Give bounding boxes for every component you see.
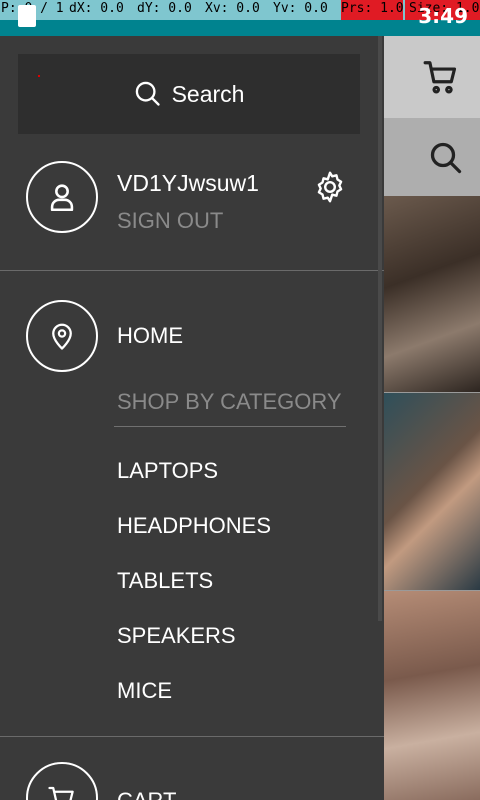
category-underline [114, 426, 346, 427]
location-pin-icon [52, 323, 72, 350]
avatar[interactable] [26, 161, 98, 233]
search-button-label: Search [171, 80, 245, 107]
search-icon[interactable] [428, 140, 464, 176]
debug-xv: Xv: 0.0 [205, 1, 260, 16]
pointer-debug-bar: P: 0 / 1 dX: 0.0 dY: 0.0 Xv: 0.0 Yv: 0.0… [0, 0, 480, 20]
background-app [384, 36, 480, 800]
indicator-dot [38, 75, 40, 77]
drawer-search-button[interactable]: Search [18, 54, 360, 134]
product-banner-image[interactable] [384, 591, 480, 800]
debug-dy: dY: 0.0 [137, 1, 192, 16]
section-divider [0, 270, 384, 271]
cart-icon [48, 786, 74, 800]
gear-icon[interactable] [312, 169, 348, 205]
notification-icon [18, 5, 36, 27]
username: VD1YJwsuw1 [117, 170, 259, 196]
nav-item-cart[interactable]: CART [117, 788, 177, 800]
category-item-mice[interactable]: MICE [117, 678, 172, 704]
status-bar [0, 20, 480, 36]
navigation-drawer: Search VD1YJwsuw1 SIGN OUT HOME SHOP BY … [0, 36, 384, 800]
product-banner-image[interactable] [384, 393, 480, 590]
shop-by-category-heading: SHOP BY CATEGORY [117, 389, 342, 414]
background-toolbar [384, 36, 480, 118]
user-icon [50, 184, 74, 212]
category-item-tablets[interactable]: TABLETS [117, 568, 213, 594]
background-search-bar [384, 118, 480, 196]
debug-dx: dX: 0.0 [69, 1, 124, 16]
category-item-laptops[interactable]: LAPTOPS [117, 458, 218, 484]
cart-icon[interactable] [422, 58, 460, 96]
category-item-headphones[interactable]: HEADPHONES [117, 513, 271, 539]
cart-icon-circle[interactable] [26, 762, 98, 800]
home-icon-circle[interactable] [26, 300, 98, 372]
search-icon [135, 81, 160, 106]
category-item-speakers[interactable]: SPEAKERS [117, 623, 236, 649]
sign-out-link[interactable]: SIGN OUT [117, 208, 223, 234]
status-time: 3:49 [418, 4, 468, 28]
debug-yv: Yv: 0.0 [273, 1, 328, 16]
section-divider [0, 736, 384, 737]
product-banner-image[interactable] [384, 196, 480, 392]
nav-item-home[interactable]: HOME [117, 323, 183, 349]
debug-pressure: Prs: 1.0 [341, 1, 404, 16]
drawer-scrollbar[interactable] [378, 36, 382, 621]
